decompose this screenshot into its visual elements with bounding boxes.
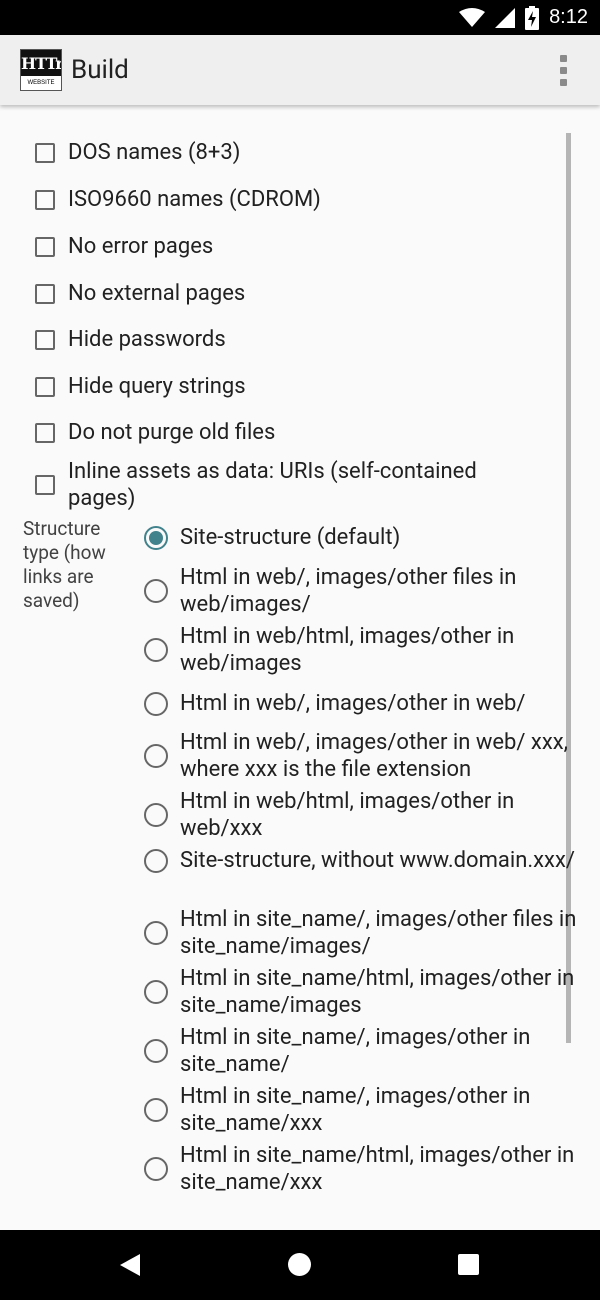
option-label: Do not purge old files (68, 420, 276, 445)
back-icon[interactable] (120, 1254, 140, 1276)
choice-label: Html in site_name/, images/other in site… (180, 1084, 531, 1136)
navigation-bar (0, 1230, 600, 1300)
option-label: ISO9660 names (CDROM) (68, 187, 321, 212)
choice-label: Html in web/html, images/other in web/xx… (180, 789, 515, 841)
home-icon[interactable] (288, 1253, 311, 1276)
choice-label: Html in site_name/html, images/other in … (180, 1143, 575, 1195)
structure-choice[interactable]: Site-structure, without www.domain.xxx/ (144, 847, 584, 874)
option-no-external-pages[interactable]: No external pages (35, 280, 245, 307)
option-no-error-pages[interactable]: No error pages (35, 233, 213, 260)
status-bar: 8:12 (0, 0, 600, 35)
battery-icon (525, 5, 540, 30)
option-label: Hide query strings (68, 374, 246, 399)
choice-label: Html in site_name/, images/other files i… (180, 907, 577, 959)
radio-button[interactable] (144, 638, 168, 662)
checkbox[interactable] (35, 189, 55, 210)
overflow-menu-icon[interactable] (554, 55, 570, 87)
structure-choice[interactable]: Html in web/, images/other in web/ xxx, … (144, 729, 584, 783)
option-hide-query-strings[interactable]: Hide query strings (35, 373, 246, 400)
option-do-not-purge[interactable]: Do not purge old files (35, 419, 275, 446)
radio-button[interactable] (144, 1039, 168, 1063)
build-options-list[interactable]: DOS names (8+3) ISO9660 names (CDROM) No… (0, 105, 600, 1230)
option-label: No error pages (68, 234, 214, 259)
choice-label: Site-structure (default) (180, 525, 401, 550)
radio-button-selected[interactable] (144, 525, 168, 550)
checkbox[interactable] (35, 236, 55, 257)
structure-choice[interactable]: Html in web/, images/other in web/ (144, 690, 584, 717)
structure-choice[interactable]: Html in site_name/, images/other files i… (144, 906, 584, 960)
option-label: Inline assets as data: URIs (self-contai… (68, 459, 477, 511)
radio-button[interactable] (144, 980, 168, 1004)
radio-button[interactable] (144, 921, 168, 945)
radio-button[interactable] (144, 691, 168, 716)
option-hide-passwords[interactable]: Hide passwords (35, 326, 226, 353)
structure-choice[interactable]: Html in site_name/html, images/other in … (144, 965, 584, 1019)
choice-label: Html in site_name/html, images/other in … (180, 966, 575, 1018)
checkbox[interactable] (35, 422, 55, 443)
radio-button[interactable] (144, 579, 168, 603)
app-logo: HTTrack WEBSITE COPIER (20, 49, 62, 91)
option-iso9660-names[interactable]: ISO9660 names (CDROM) (35, 186, 321, 213)
radio-button[interactable] (144, 1098, 168, 1122)
structure-type-label: Structure type (how links are saved) (23, 517, 106, 612)
choice-label: Html in web/, images/other in web/ (180, 691, 526, 716)
checkbox[interactable] (35, 283, 55, 304)
checkbox[interactable] (35, 329, 55, 350)
wifi-icon (459, 7, 486, 27)
option-dos-names[interactable]: DOS names (8+3) (35, 139, 240, 166)
structure-choice[interactable]: Html in site_name/, images/other in site… (144, 1024, 584, 1078)
checkbox[interactable] (35, 475, 55, 495)
choice-label: Html in web/html, images/other in web/im… (180, 624, 515, 676)
radio-button[interactable] (144, 1157, 168, 1181)
option-label: Hide passwords (68, 327, 226, 352)
choice-label: Html in site_name/, images/other in site… (180, 1025, 531, 1077)
signal-icon (495, 7, 516, 28)
structure-choice[interactable]: Html in site_name/, images/other in site… (144, 1083, 584, 1137)
option-inline-assets[interactable]: Inline assets as data: URIs (self-contai… (35, 458, 535, 512)
checkbox[interactable] (35, 376, 55, 397)
structure-choice[interactable]: Html in web/html, images/other in web/im… (144, 623, 584, 677)
app-bar: HTTrack WEBSITE COPIER Build (0, 35, 600, 105)
choice-label: Html in web/, images/other files in web/… (180, 565, 517, 617)
structure-choice[interactable]: Html in web/, images/other files in web/… (144, 564, 584, 618)
radio-button[interactable] (144, 848, 168, 873)
option-label: No external pages (68, 281, 246, 306)
structure-choice[interactable]: Site-structure (default) (144, 524, 584, 551)
recent-apps-icon[interactable] (458, 1254, 479, 1275)
structure-choice[interactable]: Html in web/html, images/other in web/xx… (144, 788, 584, 842)
structure-choice[interactable]: Html in site_name/html, images/other in … (144, 1142, 584, 1196)
choice-label: Site-structure, without www.domain.xxx/ (180, 848, 575, 873)
radio-button[interactable] (144, 744, 168, 768)
checkbox[interactable] (35, 142, 55, 163)
logo-bottom-text: WEBSITE COPIER (21, 76, 61, 90)
radio-button[interactable] (144, 803, 168, 827)
option-label: DOS names (8+3) (68, 140, 241, 165)
status-time: 8:12 (549, 6, 588, 28)
page-title: Build (71, 55, 129, 85)
choice-label: Html in web/, images/other in web/ xxx, … (180, 730, 568, 782)
logo-top-text: HTTrack (21, 50, 61, 78)
